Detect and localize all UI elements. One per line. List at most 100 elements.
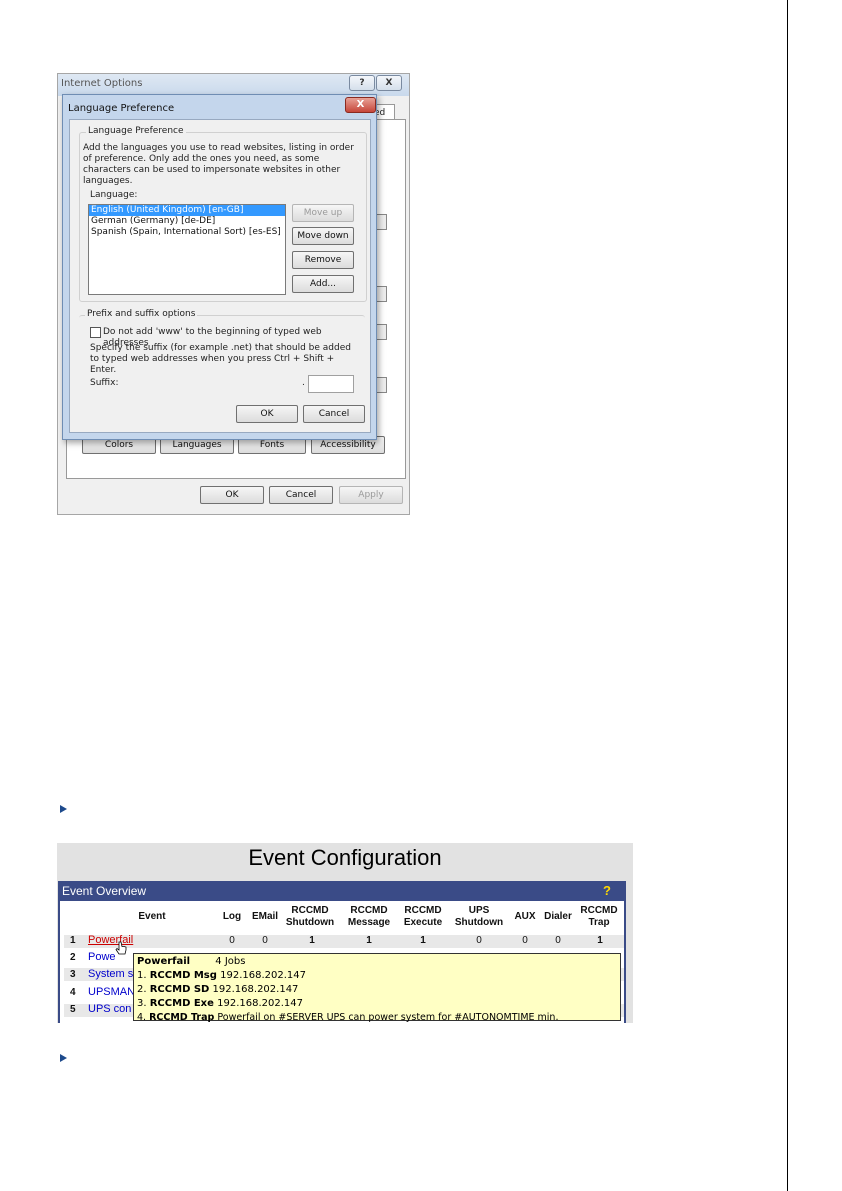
suffix-input[interactable] [308, 375, 354, 393]
col-rccmd-message: RCCMD Message [344, 905, 394, 929]
event-configuration-screenshot: Event Configuration Event Overview ? Eve… [57, 843, 633, 1023]
col-label-line: RCCMD [404, 905, 442, 916]
col-label-line: Trap [588, 917, 610, 928]
cell-rccmd-shutdown: 1 [309, 935, 315, 946]
cell-rccmd-message: 1 [366, 935, 372, 946]
col-aux: AUX [514, 911, 536, 922]
hidden-button-edge [376, 214, 387, 230]
event-jobs-tooltip: Powerfail 4 Jobs 1. RCCMD Msg 192.168.20… [133, 953, 621, 1023]
remove-button[interactable]: Remove [292, 251, 354, 269]
bullet-marker [60, 805, 67, 813]
job-target: Powerfail on #SERVER UPS can power syste… [214, 1012, 559, 1023]
col-label-line: Message [347, 917, 391, 928]
cell-ups-shutdown: 0 [476, 935, 482, 946]
tooltip-job-line: 3. RCCMD Exe 192.168.202.147 [137, 998, 303, 1009]
row-number: 4 [70, 987, 76, 998]
col-label-line: RCCMD [580, 905, 618, 916]
row-number: 1 [70, 935, 76, 946]
col-label-line: Shutdown [285, 917, 335, 928]
language-item-spanish[interactable]: Spanish (Spain, International Sort) [es-… [89, 227, 285, 238]
dialog-close-button[interactable]: X [345, 97, 376, 113]
move-down-button[interactable]: Move down [292, 227, 354, 245]
help-button[interactable]: ? [349, 75, 375, 91]
job-number: 1. [137, 970, 150, 981]
event-link-row-4[interactable]: UPSMAN [88, 986, 135, 998]
dialog-ok-button[interactable]: OK [236, 405, 298, 423]
ok-button[interactable]: OK [200, 486, 264, 504]
hidden-button-edge [376, 377, 387, 393]
col-log: Log [222, 911, 242, 922]
tooltip-title: Powerfail [137, 956, 191, 967]
event-link-row-5[interactable]: UPS con [88, 1003, 131, 1015]
language-preference-dialog: Language Preference X Language Preferenc… [62, 94, 377, 440]
col-email: EMail [251, 911, 279, 922]
apply-button[interactable]: Apply [339, 486, 403, 504]
tooltip-job-line: 1. RCCMD Msg 192.168.202.147 [137, 970, 306, 981]
cell-rccmd-execute: 1 [420, 935, 426, 946]
col-event: Event [138, 911, 166, 922]
event-link-row-3[interactable]: System s [88, 968, 133, 980]
row-number: 3 [70, 969, 76, 980]
tooltip-job-line: 4. RCCMD Trap Powerfail on #SERVER UPS c… [137, 1012, 558, 1023]
overview-title: Event Overview [62, 884, 147, 898]
suffix-dot: . [302, 378, 305, 388]
group-title: Language Preference [86, 126, 186, 136]
hidden-button-edge [376, 286, 387, 302]
job-number: 3. [137, 998, 150, 1009]
cancel-button[interactable]: Cancel [269, 486, 333, 504]
cell-rccmd-trap: 1 [597, 935, 603, 946]
dialog-cancel-button[interactable]: Cancel [303, 405, 365, 423]
col-label-line: UPS [468, 905, 490, 916]
language-item-english[interactable]: English (United Kingdom) [en-GB] [89, 205, 285, 216]
bullet-marker [60, 1054, 67, 1062]
col-label-line: Execute [403, 917, 443, 928]
cell-email: 0 [262, 935, 268, 946]
cell-dialer: 0 [555, 935, 561, 946]
job-number: 2. [137, 984, 150, 995]
suffix-description: Specify the suffix (for example .net) th… [90, 343, 351, 375]
dialog-title: Language Preference [68, 103, 175, 114]
col-rccmd-execute: RCCMD Execute [398, 905, 448, 929]
language-description: Add the languages you use to read websit… [83, 143, 354, 186]
language-listbox[interactable]: English (United Kingdom) [en-GB] German … [88, 204, 286, 295]
job-target: 192.168.202.147 [209, 984, 299, 995]
close-button[interactable]: X [376, 75, 402, 91]
hand-cursor-icon [115, 941, 127, 955]
event-link-row-2[interactable]: Powe [88, 951, 116, 963]
move-up-button[interactable]: Move up [292, 204, 354, 222]
col-label-line: RCCMD [291, 905, 329, 916]
table-row [64, 935, 624, 948]
job-type: RCCMD Trap [149, 1012, 215, 1023]
row-number: 2 [70, 952, 76, 963]
job-type: RCCMD Msg [149, 970, 217, 981]
internet-options-title: Internet Options [61, 78, 143, 89]
col-ups-shutdown: UPS Shutdown [452, 905, 506, 929]
job-type: RCCMD Exe [149, 998, 214, 1009]
cell-log: 0 [229, 935, 235, 946]
suffix-label: Suffix: [90, 378, 119, 388]
language-label: Language: [90, 190, 138, 200]
job-type: RCCMD SD [149, 984, 210, 995]
col-label-line: RCCMD [350, 905, 388, 916]
row-number: 5 [70, 1004, 76, 1015]
col-dialer: Dialer [544, 911, 572, 922]
tooltip-job-line: 2. RCCMD SD 192.168.202.147 [137, 984, 298, 995]
page-margin-rule [787, 0, 788, 1191]
job-number: 4. [137, 1012, 150, 1023]
hidden-button-edge [376, 324, 387, 340]
tooltip-jobs-count: 4 Jobs [215, 956, 246, 967]
internet-options-screenshot: Internet Options ? X ed Colors Languages… [57, 73, 410, 515]
dialog-client-area: Language Preference Add the languages yo… [69, 119, 371, 433]
help-icon[interactable]: ? [603, 881, 611, 901]
job-target: 192.168.202.147 [213, 998, 303, 1009]
internet-options-titlebar: Internet Options ? X [58, 74, 409, 96]
col-rccmd-trap: RCCMD Trap [578, 905, 620, 929]
page-title: Event Configuration [248, 845, 442, 870]
event-overview-header: Event Overview ? [58, 881, 626, 901]
job-target: 192.168.202.147 [216, 970, 306, 981]
language-item-german[interactable]: German (Germany) [de-DE] [89, 216, 285, 227]
www-checkbox[interactable] [90, 327, 101, 338]
cell-aux: 0 [522, 935, 528, 946]
add-button[interactable]: Add... [292, 275, 354, 293]
col-rccmd-shutdown: RCCMD Shutdown [285, 905, 335, 929]
